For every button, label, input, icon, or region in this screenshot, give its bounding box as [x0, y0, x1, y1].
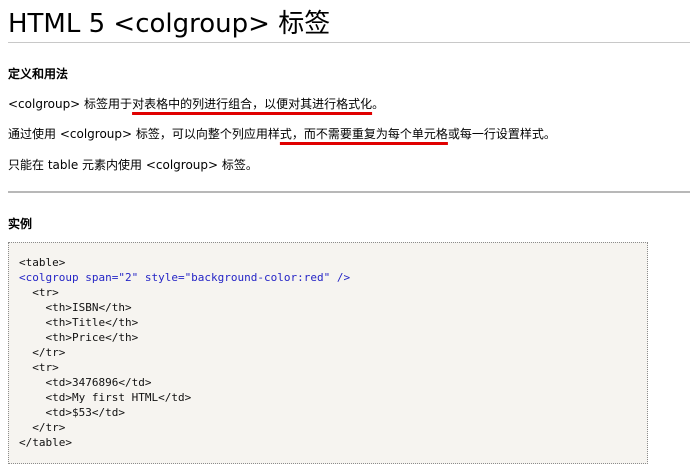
code-line-highlighted: <colgroup span="2" style="background-col…	[19, 271, 351, 284]
p3-text-pre: 只能在 table 元素内使用	[8, 158, 146, 172]
p1-text-pre: 标签用于	[80, 97, 133, 111]
code-line: <th>Title</th>	[19, 316, 139, 329]
code-line: <th>ISBN</th>	[19, 301, 132, 314]
p2-text-post: 或每一行设置样式。	[447, 127, 556, 141]
code-line: <table>	[19, 256, 66, 269]
code-line: <td>$53</td>	[19, 406, 125, 419]
definition-heading: 定义和用法	[8, 67, 69, 81]
p2-text-mid: 标签，可以向整个列应用样	[132, 127, 280, 141]
example-code-block: <table> <colgroup span="2" style="backgr…	[8, 242, 648, 464]
code-line: </tr>	[19, 421, 66, 434]
page-title: HTML 5 <colgroup> 标签	[8, 9, 331, 39]
code-line: </table>	[19, 436, 72, 449]
colgroup-tag-text: <colgroup>	[8, 97, 81, 111]
p2-text-pre: 通过使用	[8, 127, 60, 141]
title-divider	[8, 42, 690, 43]
p2-underlined-text: 式，而不需要重复为每个单元格	[279, 127, 448, 141]
p1-text-post: 。	[372, 97, 385, 111]
definition-paragraph-3: 只能在 table 元素内使用 <colgroup> 标签。	[8, 157, 258, 173]
section-divider	[8, 191, 690, 193]
p1-underlined-text: 对表格中的列进行组合，以便对其进行格式化	[132, 97, 373, 111]
code-line: <tr>	[19, 286, 59, 299]
code-line: </tr>	[19, 346, 66, 359]
colgroup-tag-text: <colgroup>	[145, 158, 219, 172]
p3-text-post: 标签。	[218, 158, 258, 172]
code-line: <tr>	[19, 361, 59, 374]
example-heading: 实例	[8, 217, 33, 231]
colgroup-tag-text: <colgroup>	[59, 127, 133, 141]
code-line: <th>Price</th>	[19, 331, 139, 344]
code-line: <td>My first HTML</td>	[19, 391, 192, 404]
code-line: <td>3476896</td>	[19, 376, 152, 389]
definition-paragraph-2: 通过使用 <colgroup> 标签，可以向整个列应用样式，而不需要重复为每个单…	[8, 126, 556, 142]
definition-paragraph-1: <colgroup> 标签用于对表格中的列进行组合，以便对其进行格式化。	[8, 96, 384, 112]
